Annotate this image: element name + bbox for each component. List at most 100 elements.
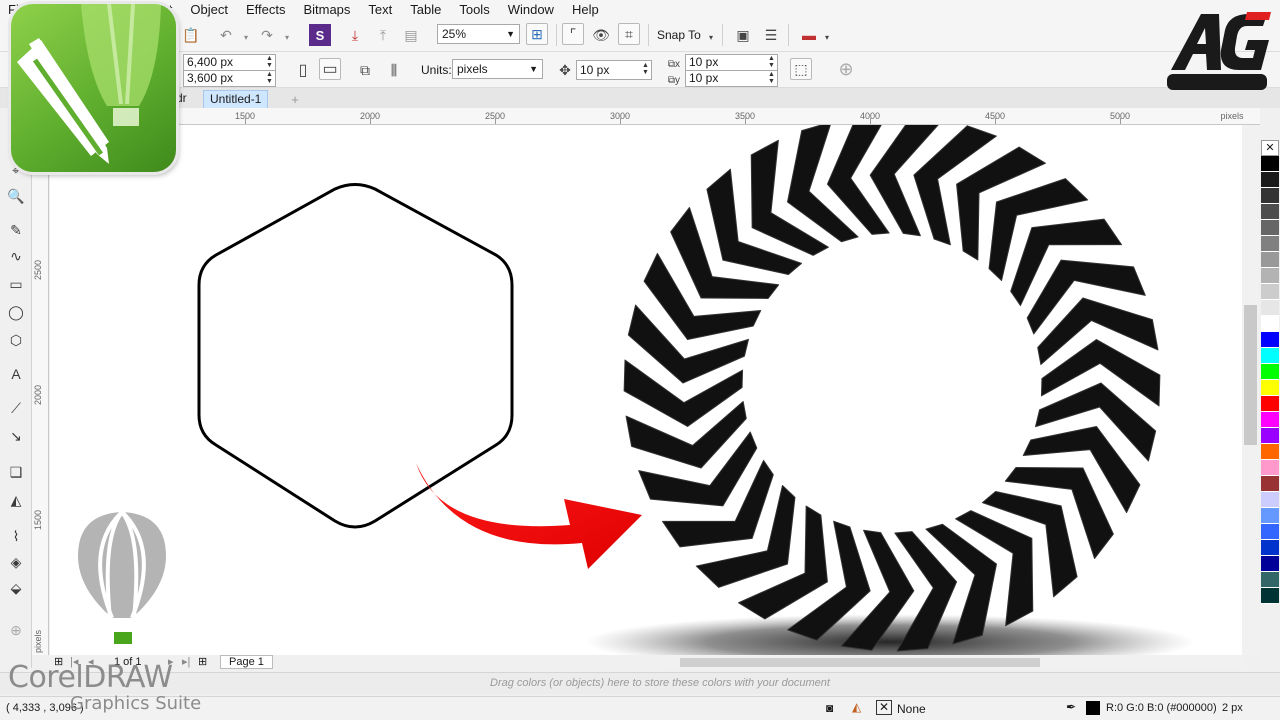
landscape-icon[interactable]: ▭ xyxy=(319,58,341,80)
color-swatch[interactable] xyxy=(1261,268,1279,284)
menu-effects[interactable]: Effects xyxy=(237,2,295,17)
no-color-swatch[interactable]: ✕ xyxy=(1261,140,1279,156)
color-swatch[interactable] xyxy=(1261,364,1279,380)
color-swatch[interactable] xyxy=(1261,396,1279,412)
color-swatch[interactable] xyxy=(1261,572,1279,588)
export-icon[interactable]: ⤒ xyxy=(372,24,394,46)
color-swatch[interactable] xyxy=(1261,428,1279,444)
horizontal-ruler[interactable]: 1500 2000 2500 3000 3500 4000 4500 5000 pixels xyxy=(50,108,1260,125)
current-page-icon[interactable]: ⫼ xyxy=(383,59,405,81)
page-width-field[interactable]: 6,400 px ▲ ▼ xyxy=(183,54,276,71)
rounded-hexagon-shape[interactable] xyxy=(197,183,514,529)
horizontal-scrollbar[interactable] xyxy=(660,655,1242,670)
interactive-fill-tool-icon[interactable]: ◈ xyxy=(6,552,26,572)
menu-text[interactable]: Text xyxy=(359,2,401,17)
menu-object[interactable]: Object xyxy=(181,2,237,17)
drop-shadow-tool-icon[interactable]: ❑ xyxy=(6,462,26,482)
parallel-dimension-tool-icon[interactable]: ⟋ xyxy=(6,398,26,418)
color-swatch[interactable] xyxy=(1261,476,1279,492)
color-swatch[interactable] xyxy=(1261,236,1279,252)
color-swatch[interactable] xyxy=(1261,316,1279,332)
page-height-spinner-icon[interactable]: ▲ ▼ xyxy=(265,71,274,86)
striped-ring-shape[interactable] xyxy=(623,125,1161,652)
color-swatch[interactable] xyxy=(1261,588,1279,604)
paste-icon[interactable]: 📋 xyxy=(180,24,202,46)
fill-indicator-icon[interactable]: ◙ xyxy=(826,701,833,715)
page-width-spinner-icon[interactable]: ▲ ▼ xyxy=(265,55,274,70)
duplicate-y-spinner-icon[interactable]: ▲ ▼ xyxy=(767,71,776,86)
all-pages-icon[interactable]: ⧉ xyxy=(354,59,376,81)
duplicate-x-spinner-icon[interactable]: ▲ ▼ xyxy=(767,55,776,70)
document-palette-strip[interactable]: Drag colors (or objects) here to store t… xyxy=(0,672,1280,694)
undo-dropdown-icon[interactable]: ▾ xyxy=(235,26,257,48)
zoom-to-page-icon[interactable]: ⊞ xyxy=(526,23,548,45)
color-swatch[interactable] xyxy=(1261,380,1279,396)
menu-help[interactable]: Help xyxy=(563,2,608,17)
undo-icon[interactable]: ↶ xyxy=(215,24,237,46)
ellipse-tool-icon[interactable]: ◯ xyxy=(6,302,26,322)
menu-bitmaps[interactable]: Bitmaps xyxy=(294,2,359,17)
color-swatch[interactable] xyxy=(1261,220,1279,236)
color-swatch[interactable] xyxy=(1261,348,1279,364)
color-swatch[interactable] xyxy=(1261,188,1279,204)
nudge-spinner-icon[interactable]: ▲ ▼ xyxy=(641,62,650,80)
color-swatch[interactable] xyxy=(1261,492,1279,508)
color-swatch[interactable] xyxy=(1261,156,1279,172)
add-page-after-icon[interactable]: ⊞ xyxy=(198,655,207,668)
freehand-tool-icon[interactable]: ✎ xyxy=(6,220,26,240)
text-tool-icon[interactable]: A xyxy=(6,364,26,384)
duplicate-x-field[interactable]: 10 px ▲ ▼ xyxy=(685,54,778,71)
color-swatch[interactable] xyxy=(1261,524,1279,540)
portrait-icon[interactable]: ▯ xyxy=(292,59,314,81)
polygon-tool-icon[interactable]: ⬡ xyxy=(6,330,26,350)
duplicate-y-field[interactable]: 10 px ▲ ▼ xyxy=(685,70,778,87)
publish-pdf-icon[interactable]: ▤ xyxy=(400,24,422,46)
color-swatch[interactable] xyxy=(1261,412,1279,428)
connector-tool-icon[interactable]: ↘ xyxy=(6,426,26,446)
add-tool-icon[interactable]: ⊕ xyxy=(6,620,26,640)
drawing-canvas[interactable] xyxy=(50,125,1242,655)
color-swatch[interactable] xyxy=(1261,332,1279,348)
horizontal-scroll-thumb[interactable] xyxy=(680,658,1040,667)
snap-to-button[interactable]: Snap To xyxy=(657,28,701,42)
snap-to-dropdown-icon[interactable]: ▾ xyxy=(700,26,722,48)
nudge-distance-field[interactable]: 10 px ▲ ▼ xyxy=(576,60,652,80)
outline-pen-icon[interactable]: ✒ xyxy=(1066,700,1076,714)
full-screen-preview-icon[interactable]: ⌜ xyxy=(562,23,584,45)
launcher-dropdown-icon[interactable]: ▾ xyxy=(816,26,838,48)
new-tab-icon[interactable]: + xyxy=(284,88,306,110)
tab-page-1[interactable]: Page 1 xyxy=(220,655,273,669)
menu-window[interactable]: Window xyxy=(499,2,563,17)
color-swatch[interactable] xyxy=(1261,444,1279,460)
menu-tools[interactable]: Tools xyxy=(450,2,498,17)
rectangle-tool-icon[interactable]: ▭ xyxy=(6,274,26,294)
tab-untitled-1[interactable]: Untitled-1 xyxy=(203,90,269,108)
page-height-field[interactable]: 3,600 px ▲ ▼ xyxy=(183,70,276,87)
add-icon[interactable]: ⊕ xyxy=(835,58,857,80)
color-swatch[interactable] xyxy=(1261,284,1279,300)
color-swatch[interactable] xyxy=(1261,172,1279,188)
smart-fill-tool-icon[interactable]: ⬙ xyxy=(6,578,26,598)
import-icon[interactable]: ⤓ xyxy=(344,24,366,46)
color-swatch[interactable] xyxy=(1261,204,1279,220)
curve-tool-icon[interactable]: ∿ xyxy=(6,246,26,266)
zoom-tool-icon[interactable]: 🔍 xyxy=(6,186,26,206)
transparency-tool-icon[interactable]: ◭ xyxy=(6,490,26,510)
redo-dropdown-icon[interactable]: ▾ xyxy=(276,26,298,48)
color-swatch[interactable] xyxy=(1261,556,1279,572)
vertical-scrollbar[interactable] xyxy=(1242,125,1259,655)
color-swatch[interactable] xyxy=(1261,252,1279,268)
show-grid-icon[interactable]: ⌗ xyxy=(618,23,640,45)
color-swatch[interactable] xyxy=(1261,460,1279,476)
last-page-icon[interactable]: ▸| xyxy=(182,655,190,668)
fill-bucket-icon[interactable]: ◭ xyxy=(852,700,861,714)
menu-table[interactable]: Table xyxy=(401,2,450,17)
vertical-scroll-thumb[interactable] xyxy=(1244,305,1257,445)
color-swatch[interactable] xyxy=(1261,540,1279,556)
color-swatch[interactable] xyxy=(1261,300,1279,316)
vertical-ruler[interactable]: 2500 2000 1500 pixels xyxy=(32,125,49,655)
zoom-level-select[interactable]: 25% ▼ xyxy=(437,24,520,44)
units-select[interactable]: pixels ▼ xyxy=(452,59,543,79)
show-rulers-icon[interactable]: 👁 xyxy=(590,24,612,46)
options-icon[interactable]: ▣ xyxy=(732,24,754,46)
